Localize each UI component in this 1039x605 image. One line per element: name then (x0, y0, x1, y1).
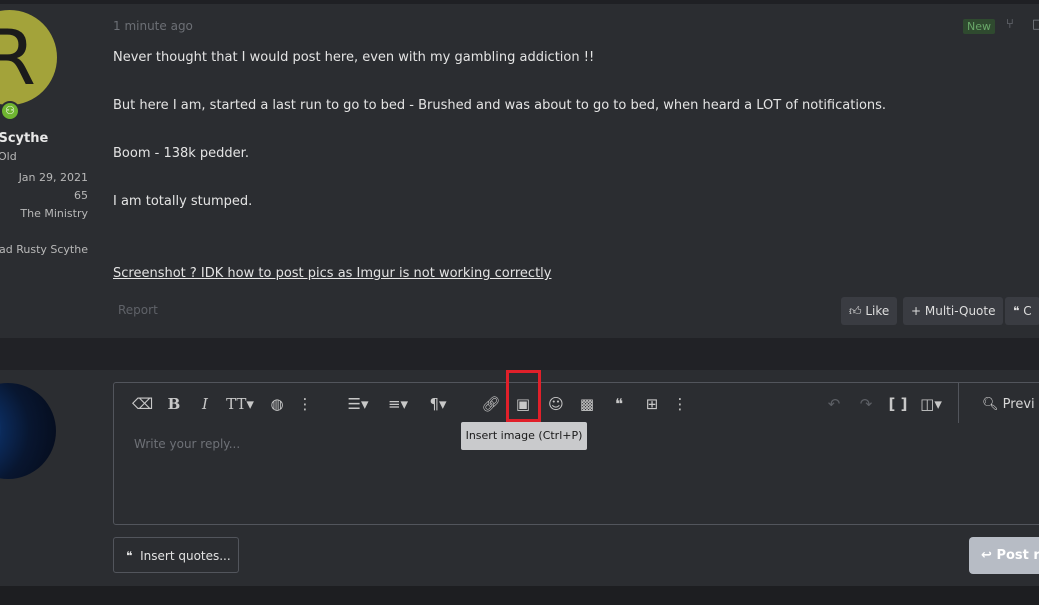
bottom-bar (0, 586, 1039, 605)
plus-icon: + (911, 304, 922, 318)
drafts-icon[interactable]: ◫▾ (916, 395, 946, 413)
redo-icon[interactable]: ↷ (856, 395, 876, 413)
post-line-2: But here I am, started a last run to go … (113, 98, 887, 113)
reply-placeholder[interactable]: Write your reply... (134, 437, 240, 451)
author-location: The Ministry (20, 207, 88, 220)
author-name[interactable]: yScythe (0, 131, 48, 146)
reply-button[interactable]: ❝ C (1005, 297, 1039, 325)
section-gap (0, 338, 1039, 370)
preview-icon: 🔍︎ (982, 397, 999, 412)
thumbs-up-icon: 👍︎ (849, 304, 862, 318)
share-icon[interactable]: ⑂ (1006, 17, 1014, 32)
report-link[interactable]: Report (118, 303, 158, 317)
post-reply-button[interactable]: ↩ Post r (969, 537, 1039, 574)
paragraph-icon[interactable]: ¶▾ (423, 395, 453, 413)
reply-label: C (1023, 304, 1032, 318)
post-timestamp[interactable]: 1 minute ago (113, 19, 193, 33)
quote-icon: ❝ (126, 549, 133, 563)
like-button[interactable]: 👍︎ Like (841, 297, 898, 325)
more-options-icon[interactable]: ⋮ (295, 395, 315, 413)
reply-arrow-icon: ↩ (981, 548, 992, 563)
preview-divider (958, 383, 959, 423)
post-line-4: I am totally stumped. (113, 194, 253, 209)
multi-quote-label: Multi-Quote (924, 304, 996, 318)
author-title: Old (0, 150, 17, 163)
online-icon: ⚇ (0, 101, 20, 121)
eraser-icon[interactable]: ⌫ (132, 395, 153, 413)
link-icon[interactable]: 🔗︎ (481, 395, 501, 413)
image-button-highlight (506, 370, 541, 422)
more-icon[interactable]: ⋮ (670, 395, 690, 413)
post-reply-label: Post r (996, 548, 1039, 563)
multi-quote-button[interactable]: + Multi-Quote (903, 297, 1004, 325)
new-badge: New (963, 19, 995, 34)
table-icon[interactable]: ⊞ (642, 395, 662, 413)
insert-quotes-label: Insert quotes... (140, 549, 231, 563)
bookmark-icon[interactable]: □ (1032, 17, 1039, 32)
screenshot-link[interactable]: Screenshot ? IDK how to post pics as Img… (113, 266, 551, 281)
palette-icon[interactable]: ◍ (267, 395, 287, 413)
insert-image-tooltip: Insert image (Ctrl+P) (461, 422, 587, 450)
text-size-icon[interactable]: TT▾ (223, 395, 257, 413)
post-line-3: Boom - 138k pedder. (113, 146, 249, 161)
bold-icon[interactable]: B (164, 395, 184, 413)
quote-block-icon[interactable]: ❝ (609, 395, 629, 413)
bbcode-icon[interactable]: [ ] (888, 395, 908, 413)
undo-icon[interactable]: ↶ (824, 395, 844, 413)
smiley-icon[interactable]: ☺ (546, 395, 566, 413)
media-icon[interactable]: ▩ (577, 395, 597, 413)
list-icon[interactable]: ☰▾ (343, 395, 373, 413)
preview-button[interactable]: 🔍︎ Previ (982, 397, 1035, 412)
quote-icon: ❝ (1013, 304, 1020, 318)
insert-quotes-button[interactable]: ❝ Insert quotes... (113, 537, 239, 573)
align-icon[interactable]: ≡▾ (383, 395, 413, 413)
preview-label: Previ (1002, 397, 1035, 412)
author-signature-name: Mad Rusty Scythe (0, 243, 88, 256)
author-joined: Jan 29, 2021 (18, 171, 88, 184)
author-messages: 65 (74, 189, 88, 202)
post-line-1: Never thought that I would post here, ev… (113, 50, 595, 65)
like-label: Like (865, 304, 890, 318)
italic-icon[interactable]: I (195, 395, 215, 413)
